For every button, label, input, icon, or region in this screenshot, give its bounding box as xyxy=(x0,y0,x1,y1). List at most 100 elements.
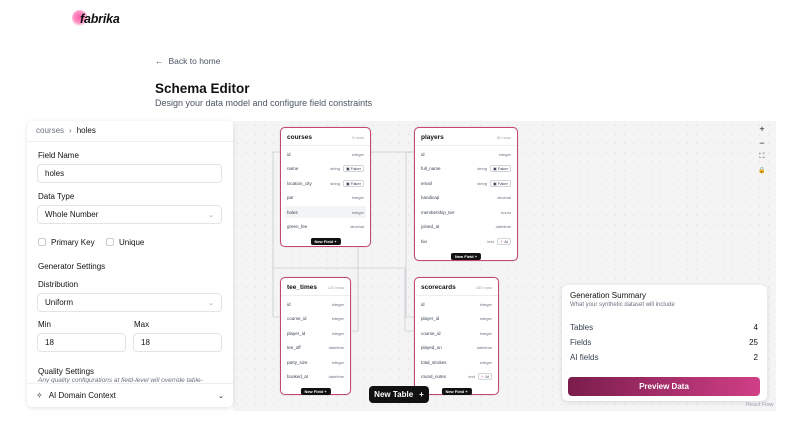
summary-value: 25 xyxy=(749,338,758,347)
breadcrumb-table[interactable]: courses xyxy=(36,126,64,135)
field-editor-panel: courses › holes Field Name holes Data Ty… xyxy=(27,121,233,407)
table-node-scorecards[interactable]: scorecards 180 rows id integer player_id in… xyxy=(414,277,499,395)
field-row[interactable]: party_size integer xyxy=(285,356,346,368)
faker-icon: ▣ xyxy=(345,180,350,186)
new-table-label: New Table xyxy=(374,390,414,399)
field-name: id xyxy=(421,151,425,157)
field-row[interactable]: id integer xyxy=(419,148,513,160)
field-row[interactable]: played_on datetime xyxy=(419,342,494,354)
page-subtitle: Design your data model and configure fie… xyxy=(155,98,373,108)
table-node-tee-times[interactable]: tee_times 120 rows id integer course_id int… xyxy=(280,277,351,395)
new-field-button[interactable]: New Field + xyxy=(441,388,472,395)
field-type: integer xyxy=(479,316,492,321)
breadcrumb-field: holes xyxy=(76,126,96,135)
primary-key-label: Primary Key xyxy=(51,238,95,247)
row-count: 8 rows xyxy=(352,135,364,140)
field-type: integer xyxy=(479,359,492,365)
field-row[interactable]: joined_at datetime xyxy=(419,221,513,233)
field-name: round_notes xyxy=(421,374,447,379)
field-type: string xyxy=(330,180,340,186)
back-link[interactable]: ← Back to home xyxy=(155,56,220,66)
field-name: joined_at xyxy=(421,224,440,229)
data-type-label: Data Type xyxy=(38,192,75,201)
chevron-down-icon: ⌄ xyxy=(208,299,214,307)
field-row[interactable]: course_id integer xyxy=(419,327,494,339)
zoom-out-button[interactable]: − xyxy=(756,138,768,148)
field-row[interactable]: name string ▣ Faker xyxy=(285,163,366,175)
field-type: datetime xyxy=(328,374,344,379)
field-row[interactable]: id integer xyxy=(419,298,494,310)
field-name-input[interactable]: holes xyxy=(37,164,222,183)
min-input[interactable]: 18 xyxy=(37,333,126,352)
field-row[interactable]: membership_tier enum xyxy=(419,206,513,218)
faker-icon: ▣ xyxy=(492,166,497,171)
data-type-select[interactable]: Whole Number ⌄ xyxy=(37,205,222,224)
field-row[interactable]: player_id integer xyxy=(419,313,494,325)
fit-view-icon[interactable]: ⛶ xyxy=(756,153,768,161)
field-row[interactable]: player_id integer xyxy=(285,327,346,339)
field-row[interactable]: par integer xyxy=(285,192,366,204)
field-name: membership_tier xyxy=(421,209,455,215)
primary-key-checkbox[interactable] xyxy=(38,238,46,246)
badge-label: Faker xyxy=(350,180,361,186)
field-name: total_strokes xyxy=(421,359,447,365)
field-row[interactable]: holes integer xyxy=(285,206,366,218)
preview-data-button[interactable]: Preview Data xyxy=(568,377,760,396)
lock-icon[interactable]: 🔒 xyxy=(756,167,768,174)
unique-checkbox[interactable] xyxy=(106,238,114,246)
back-label: Back to home xyxy=(168,56,221,66)
max-input[interactable]: 18 xyxy=(133,333,222,352)
summary-value: 4 xyxy=(753,323,758,332)
field-row[interactable]: round_notes text ✧ AI xyxy=(419,371,494,383)
field-name-label: Field Name xyxy=(38,151,79,160)
new-field-button[interactable]: New Field + xyxy=(310,238,341,245)
field-type: text xyxy=(487,238,494,244)
table-name: courses xyxy=(287,134,312,141)
logo-text: fabrika xyxy=(80,12,120,26)
table-name: tee_times xyxy=(287,284,317,291)
badge-label: AI xyxy=(485,374,489,379)
sparkle-icon: ✧ xyxy=(499,238,504,244)
ai-domain-context-toggle[interactable]: ✧ AI Domain Context ⌄ xyxy=(27,383,233,407)
brand-logo[interactable]: fabrika xyxy=(72,9,132,29)
row-count: 120 rows xyxy=(327,285,344,290)
field-name: booked_at xyxy=(287,374,309,379)
field-row[interactable]: email string ▣ Faker xyxy=(419,177,513,189)
field-row[interactable]: id integer xyxy=(285,148,366,160)
new-table-button[interactable]: New Table + xyxy=(369,386,429,403)
faker-icon: ▣ xyxy=(492,180,497,186)
field-row[interactable]: course_id integer xyxy=(285,313,346,325)
field-row[interactable]: full_name string ▣ Faker xyxy=(419,163,513,175)
table-node-players[interactable]: players 50 rows id integer full_name string… xyxy=(414,127,518,261)
breadcrumb: courses › holes xyxy=(36,126,96,135)
field-type: integer xyxy=(331,359,344,365)
sparkle-icon: ✧ xyxy=(480,374,485,379)
new-field-button[interactable]: New Field + xyxy=(450,252,482,260)
field-row[interactable]: total_strokes integer xyxy=(419,356,494,368)
ai-badge: ✧ AI xyxy=(496,237,511,245)
min-label: Min xyxy=(38,320,51,329)
distribution-select[interactable]: Uniform ⌄ xyxy=(37,293,222,312)
field-type: decimal xyxy=(350,224,364,229)
field-type: integer xyxy=(331,316,344,321)
field-row[interactable]: booked_at datetime xyxy=(285,371,346,383)
arrow-left-icon: ← xyxy=(155,56,164,66)
field-row[interactable]: green_fee decimal xyxy=(285,221,366,233)
field-row[interactable]: id integer xyxy=(285,298,346,310)
row-count: 180 rows xyxy=(475,285,492,290)
field-name: player_id xyxy=(287,330,306,336)
field-row[interactable]: tee_off datetime xyxy=(285,342,346,354)
field-name: bio xyxy=(421,238,428,244)
field-name: location_city xyxy=(287,180,312,186)
field-type: integer xyxy=(479,330,492,336)
faker-badge: ▣ Faker xyxy=(489,165,511,172)
zoom-in-button[interactable]: + xyxy=(756,124,768,134)
new-field-button[interactable]: New Field + xyxy=(300,388,331,395)
field-name: name xyxy=(287,166,299,171)
chevron-down-icon: ⌄ xyxy=(208,211,214,219)
field-row[interactable]: bio text ✧ AI xyxy=(419,235,513,247)
table-node-courses[interactable]: courses 8 rows id integer name string ▣ Faker… xyxy=(280,127,371,247)
field-row[interactable]: handicap decimal xyxy=(419,192,513,204)
field-row[interactable]: location_city string ▣ Faker xyxy=(285,177,366,189)
react-flow-attribution[interactable]: React Flow xyxy=(746,402,774,408)
